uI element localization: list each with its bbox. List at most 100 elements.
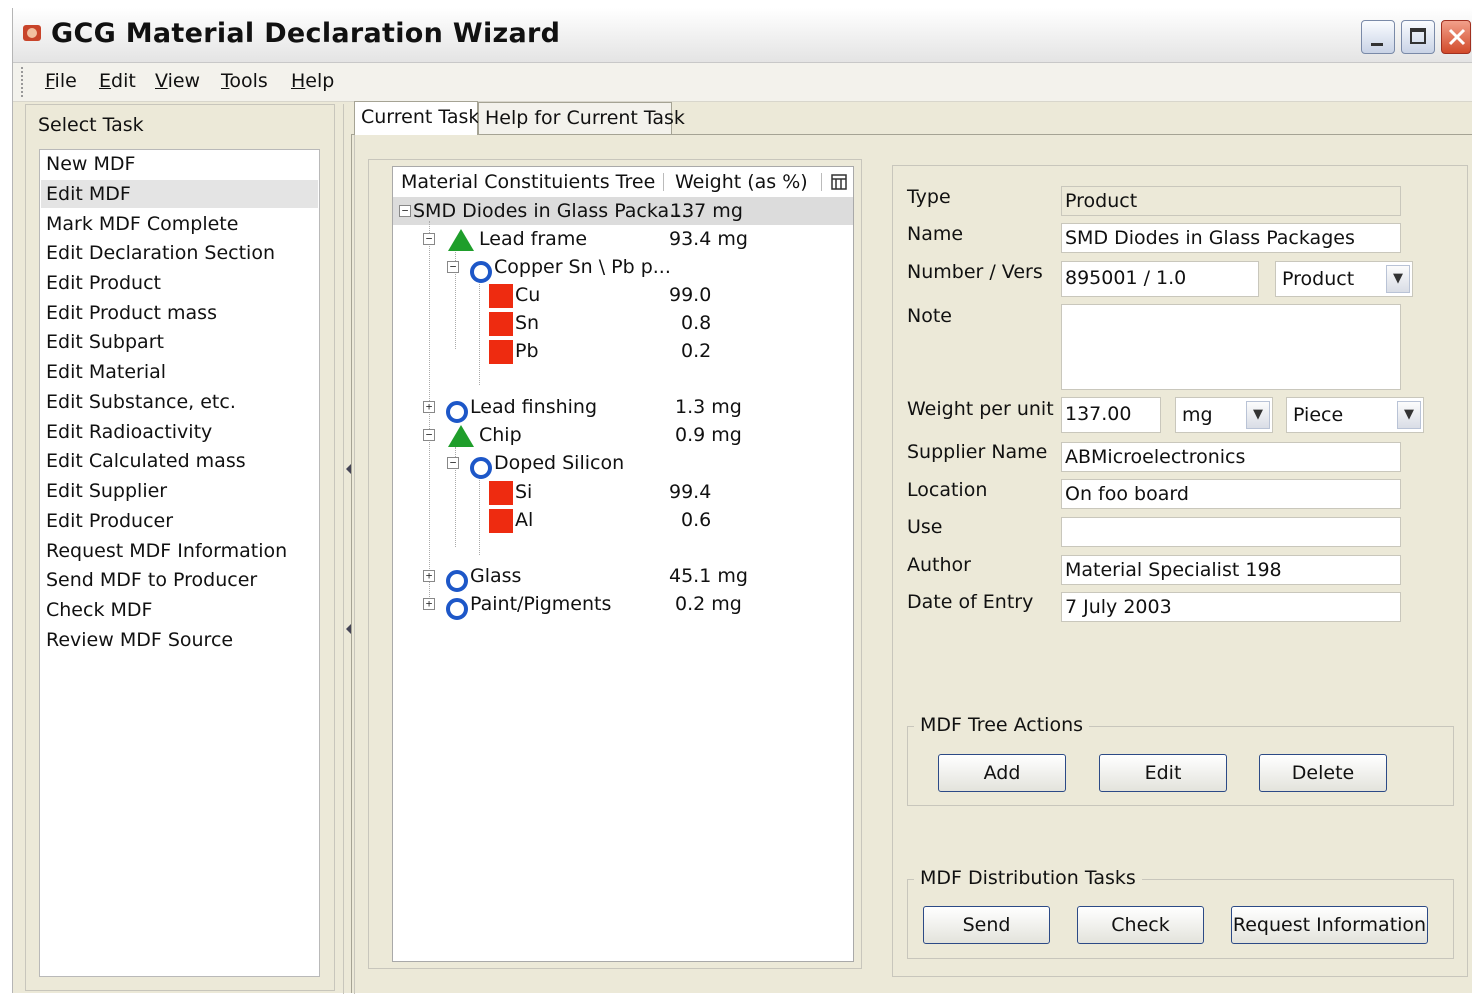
maximize-button[interactable] — [1401, 20, 1435, 54]
weight-value-field[interactable]: 137.00 — [1061, 397, 1161, 433]
request-information-button[interactable]: Request Information — [1231, 906, 1428, 944]
tree-node-label[interactable]: Pb — [515, 340, 539, 362]
tree-guide-line — [479, 277, 480, 385]
task-new-mdf[interactable]: New MDF — [46, 153, 135, 175]
expand-icon[interactable]: + — [423, 570, 435, 582]
collapse-icon[interactable]: − — [423, 429, 435, 441]
title-bar[interactable]: GCG Material Declaration Wizard — [13, 8, 1472, 63]
tree-node-label[interactable]: Lead frame — [479, 228, 587, 250]
tree-node-label[interactable]: SMD Diodes in Glass Packa... — [413, 200, 687, 222]
number-type-select[interactable]: Product ▼ — [1275, 261, 1413, 297]
task-edit-producer[interactable]: Edit Producer — [46, 510, 173, 532]
tree-node-weight: 99.0 — [669, 284, 712, 306]
app-window: GCG Material Declaration Wizard File Edi… — [12, 8, 1472, 994]
tab-current-task[interactable]: Current Task — [354, 101, 479, 135]
task-edit-substance[interactable]: Edit Substance, etc. — [46, 391, 236, 413]
add-button[interactable]: Add — [938, 754, 1066, 792]
tree-node-label[interactable]: Cu — [515, 284, 540, 306]
collapse-icon[interactable]: − — [447, 261, 459, 273]
chevron-down-icon[interactable]: ▼ — [1386, 265, 1410, 293]
tree-node-weight: 0.2 — [681, 340, 712, 362]
tree-guide-line — [429, 221, 430, 605]
task-edit-calculated-mass[interactable]: Edit Calculated mass — [46, 450, 246, 472]
send-button[interactable]: Send — [923, 906, 1050, 944]
substance-square-icon — [489, 340, 513, 364]
name-field[interactable]: SMD Diodes in Glass Packages — [1061, 223, 1401, 253]
tree-node-label[interactable]: Al — [515, 509, 533, 531]
date-of-entry-label: Date of Entry — [907, 591, 1034, 613]
author-field[interactable]: Material Specialist 198 — [1061, 555, 1401, 585]
author-label: Author — [907, 554, 971, 576]
tree-node-weight: 99.4 — [669, 481, 712, 503]
tree-node-label[interactable]: Chip — [479, 424, 522, 446]
collapse-icon[interactable]: − — [399, 205, 411, 217]
task-edit-subpart[interactable]: Edit Subpart — [46, 331, 164, 353]
tree-column-header[interactable]: Material Constituients Tree — [401, 171, 655, 193]
weight-per-select[interactable]: Piece ▼ — [1286, 397, 1424, 433]
weight-column-header[interactable]: Weight (as %) — [675, 171, 808, 193]
task-check-mdf[interactable]: Check MDF — [46, 599, 152, 621]
tree-node-label[interactable]: Copper Sn \ Pb p... — [494, 256, 671, 278]
location-field[interactable]: On foo board — [1061, 479, 1401, 509]
supplier-name-field[interactable]: ABMicroelectronics — [1061, 442, 1401, 472]
tree-node-label[interactable]: Doped Silicon — [494, 452, 624, 474]
task-send-mdf-to-producer[interactable]: Send MDF to Producer — [46, 569, 257, 591]
task-edit-material[interactable]: Edit Material — [46, 361, 166, 383]
menu-edit[interactable]: Edit — [99, 70, 136, 92]
menu-help[interactable]: Help — [291, 70, 334, 92]
expand-icon[interactable]: + — [423, 598, 435, 610]
collapse-icon[interactable]: − — [423, 233, 435, 245]
mdf-tree-actions-label: MDF Tree Actions — [914, 714, 1090, 736]
weight-unit-value: mg — [1182, 404, 1213, 426]
date-of-entry-field[interactable]: 7 July 2003 — [1061, 592, 1401, 622]
tree-node-label[interactable]: Glass — [470, 565, 521, 587]
type-label: Type — [907, 186, 951, 208]
menu-file[interactable]: File — [45, 70, 77, 92]
task-edit-product-mass[interactable]: Edit Product mass — [46, 302, 217, 324]
task-list[interactable]: New MDF Edit MDF Mark MDF Complete Edit … — [39, 149, 320, 977]
close-button[interactable] — [1441, 20, 1471, 54]
tree-panel: Material Constituients Tree Weight (as %… — [368, 159, 862, 969]
column-separator[interactable] — [663, 173, 664, 191]
use-field[interactable] — [1061, 517, 1401, 547]
task-edit-radioactivity[interactable]: Edit Radioactivity — [46, 421, 212, 443]
menu-tools[interactable]: Tools — [221, 70, 268, 92]
menu-view[interactable]: View — [155, 70, 200, 92]
tree-node-label[interactable]: Si — [515, 481, 532, 503]
menu-grip — [21, 67, 27, 97]
check-button[interactable]: Check — [1077, 906, 1204, 944]
chevron-down-icon[interactable]: ▼ — [1397, 401, 1421, 429]
mdf-distribution-tasks-group: MDF Distribution Tasks Send Check Reques… — [907, 867, 1454, 959]
select-task-label: Select Task — [38, 114, 144, 136]
collapse-icon[interactable]: − — [447, 457, 459, 469]
properties-panel: Type Product Name SMD Diodes in Glass Pa… — [892, 165, 1468, 977]
edit-button[interactable]: Edit — [1099, 754, 1227, 792]
task-request-mdf-information[interactable]: Request MDF Information — [46, 540, 287, 562]
weight-unit-select[interactable]: mg ▼ — [1175, 397, 1273, 433]
chevron-down-icon[interactable]: ▼ — [1246, 401, 1270, 429]
tab-help-for-current-task[interactable]: Help for Current Task — [478, 102, 685, 134]
type-field: Product — [1061, 186, 1401, 216]
tree-node-label[interactable]: Paint/Pigments — [470, 593, 611, 615]
task-edit-mdf[interactable]: Edit MDF — [46, 183, 131, 205]
task-edit-supplier[interactable]: Edit Supplier — [46, 480, 167, 502]
material-circle-icon — [446, 598, 468, 620]
supplier-name-label: Supplier Name — [907, 441, 1048, 463]
expand-icon[interactable]: + — [423, 401, 435, 413]
column-separator[interactable] — [821, 173, 822, 191]
task-review-mdf-source[interactable]: Review MDF Source — [46, 629, 233, 651]
tree-node-label[interactable]: Lead finshing — [470, 396, 597, 418]
material-circle-icon — [470, 261, 492, 283]
task-edit-declaration-section[interactable]: Edit Declaration Section — [46, 242, 275, 264]
task-edit-product[interactable]: Edit Product — [46, 272, 161, 294]
delete-button[interactable]: Delete — [1259, 754, 1387, 792]
substance-square-icon — [489, 481, 513, 505]
number-vers-field[interactable]: 895001 / 1.0 — [1061, 261, 1259, 297]
task-mark-mdf-complete[interactable]: Mark MDF Complete — [46, 213, 238, 235]
note-field[interactable] — [1061, 304, 1401, 390]
tree-node-label[interactable]: Sn — [515, 312, 539, 334]
minimize-button[interactable] — [1361, 20, 1395, 54]
column-chooser-icon[interactable] — [831, 174, 847, 190]
material-tree[interactable]: Material Constituients Tree Weight (as %… — [392, 166, 854, 962]
tree-node-weight: 1.3 mg — [675, 396, 742, 418]
